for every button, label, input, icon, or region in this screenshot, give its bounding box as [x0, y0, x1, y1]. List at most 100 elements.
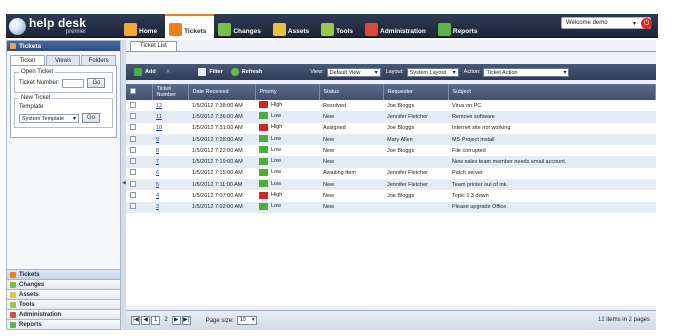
- refresh-label: Refresh: [241, 69, 263, 75]
- cell-requester: Jennifer Fletcher: [387, 181, 428, 188]
- row-checkbox[interactable]: [130, 101, 136, 108]
- ticket-number-link[interactable]: 11: [156, 114, 162, 120]
- row-checkbox[interactable]: [130, 180, 136, 187]
- last-page-button[interactable]: ▶|: [181, 316, 191, 325]
- row-checkbox[interactable]: [130, 135, 136, 142]
- view-select[interactable]: Default View: [326, 67, 381, 77]
- grid-header-row: Ticket Number Date Received Priority Sta…: [126, 84, 656, 100]
- ticket-number-link[interactable]: 10: [156, 125, 162, 131]
- cell-priority: Low: [255, 179, 319, 190]
- delete-button[interactable]: ✕: [166, 69, 171, 75]
- cell-status: Resolved: [323, 102, 346, 109]
- ticket-number-input[interactable]: [62, 78, 85, 88]
- page-size-select[interactable]: 10: [236, 316, 257, 325]
- cell-status: New: [323, 147, 335, 154]
- left-accordion: Tickets Changes Assets Tools Administration R…: [7, 269, 120, 329]
- select-all-checkbox[interactable]: [130, 88, 136, 94]
- cell-requester: Joe Bloggs: [387, 125, 415, 132]
- user-menu[interactable]: Welcome demo ▾ ⏻: [561, 17, 652, 29]
- row-checkbox[interactable]: [130, 203, 136, 210]
- new-ticket-go-button[interactable]: Go: [82, 113, 101, 123]
- priority-swatch: [259, 101, 268, 109]
- table-row[interactable]: 10 1/5/2012 7:31:00 AM High Assigned Joe Blo…: [126, 122, 656, 134]
- accordion-label: Tickets: [19, 271, 40, 278]
- ticket-number-link[interactable]: 6: [156, 170, 159, 176]
- nav-item-tickets[interactable]: Tickets: [165, 14, 215, 38]
- nav-item-administration[interactable]: Administration: [361, 14, 434, 38]
- open-ticket-go-button[interactable]: Go: [87, 78, 106, 88]
- page-1-button[interactable]: 1: [151, 316, 161, 325]
- ticket-number-link[interactable]: 8: [156, 148, 159, 154]
- ticket-number-link[interactable]: 3: [156, 204, 159, 210]
- col-subject[interactable]: Subject: [448, 84, 656, 100]
- table-row[interactable]: 11 1/5/2012 7:36:00 AM Low New Jennifer Flet…: [126, 111, 656, 123]
- ticket-number-link[interactable]: 9: [156, 137, 159, 143]
- tab-views[interactable]: Views: [45, 55, 81, 65]
- select-all-header[interactable]: [126, 84, 153, 100]
- row-checkbox[interactable]: [130, 192, 136, 199]
- template-select[interactable]: System Template: [19, 113, 79, 123]
- table-row[interactable]: 3 1/5/2012 7:02:00 AM Low New Please upgrade…: [126, 201, 656, 213]
- delete-x-icon: ✕: [165, 69, 171, 75]
- nav-item-home[interactable]: Home: [120, 14, 165, 38]
- cell-date: 1/5/2012 7:19:00 AM: [192, 159, 243, 166]
- cell-subject: Team printer out of ink.: [452, 181, 508, 188]
- priority-text: High: [271, 124, 283, 131]
- page-2-button[interactable]: 2: [161, 316, 170, 325]
- refresh-button[interactable]: Refresh: [230, 68, 263, 76]
- row-checkbox[interactable]: [130, 112, 136, 119]
- ticket-number-link[interactable]: 12: [156, 103, 162, 109]
- accordion-item-assets[interactable]: Assets: [7, 289, 120, 299]
- nav-item-assets[interactable]: Assets: [269, 14, 317, 38]
- accordion-item-tickets[interactable]: Tickets: [7, 269, 120, 279]
- cell-priority: Low: [255, 134, 319, 145]
- add-button[interactable]: Add: [134, 68, 156, 76]
- row-checkbox[interactable]: [130, 146, 136, 153]
- nav-item-reports[interactable]: Reports: [434, 14, 486, 38]
- col-date-received[interactable]: Date Received: [188, 84, 256, 100]
- logout-power-icon[interactable]: ⏻: [641, 18, 652, 29]
- table-row[interactable]: 9 1/5/2012 7:28:00 AM Low New Mary Allen MS P…: [126, 133, 656, 146]
- nav-item-changes[interactable]: Changes: [214, 14, 268, 38]
- action-select[interactable]: Ticket Action: [483, 67, 570, 77]
- table-row[interactable]: 4 1/5/2012 7:07:00 AM High New Joe Bloggs Top…: [126, 190, 656, 202]
- table-row[interactable]: 5 1/5/2012 7:11:00 AM Low New Jennifer Fletc…: [126, 179, 656, 191]
- priority-swatch: [259, 191, 268, 199]
- col-status[interactable]: Status: [319, 84, 384, 100]
- cell-date: 1/5/2012 7:15:00 AM: [192, 170, 243, 177]
- accordion-item-reports[interactable]: Reports: [7, 319, 120, 329]
- col-priority[interactable]: Priority: [255, 84, 320, 100]
- ticket-number-link[interactable]: 4: [156, 193, 159, 199]
- left-panel-title: Tickets: [19, 42, 42, 50]
- layout-select[interactable]: System Layout: [406, 67, 459, 77]
- row-checkbox[interactable]: [130, 124, 136, 131]
- next-page-button[interactable]: ▶: [171, 316, 181, 325]
- cell-priority: Low: [255, 145, 319, 156]
- table-row[interactable]: 12 1/5/2012 7:38:00 AM High Resolved Joe Blo…: [126, 100, 656, 112]
- accordion-item-tools[interactable]: Tools: [7, 299, 120, 309]
- row-checkbox[interactable]: [130, 158, 136, 165]
- cell-date: 1/5/2012 7:22:00 AM: [192, 147, 243, 154]
- tab-ticket[interactable]: Ticket: [10, 55, 45, 65]
- ticket-number-link[interactable]: 5: [156, 182, 159, 188]
- tab-ticket-list[interactable]: Ticket List: [130, 41, 177, 51]
- accordion-label: Reports: [19, 321, 42, 328]
- nav-item-tools[interactable]: Tools: [317, 14, 361, 38]
- app-logo[interactable]: help desk premier: [9, 16, 86, 36]
- filter-button[interactable]: Filter: [198, 68, 223, 76]
- table-row[interactable]: 8 1/5/2012 7:22:00 AM Low New Joe Bloggs File…: [126, 145, 656, 157]
- col-requester[interactable]: Requester: [383, 84, 449, 100]
- accordion-item-changes[interactable]: Changes: [7, 279, 120, 289]
- tab-folders[interactable]: Folders: [81, 55, 117, 65]
- col-ticket-number[interactable]: Ticket Number: [152, 84, 189, 100]
- first-page-button[interactable]: |◀: [131, 316, 140, 325]
- table-row[interactable]: 7 1/5/2012 7:19:00 AM Low New New sales team…: [126, 156, 656, 168]
- priority-swatch: [259, 123, 268, 131]
- top-bar: help desk premier Home Tickets Changes Asse…: [6, 14, 658, 38]
- tools-icon: [10, 301, 16, 308]
- accordion-item-administration[interactable]: Administration: [7, 309, 120, 319]
- prev-page-button[interactable]: ◀: [141, 316, 150, 325]
- table-row[interactable]: 6 1/5/2012 7:15:00 AM Low Awaiting Item Jenn…: [126, 167, 656, 180]
- row-checkbox[interactable]: [130, 169, 136, 176]
- ticket-number-link[interactable]: 7: [156, 159, 159, 165]
